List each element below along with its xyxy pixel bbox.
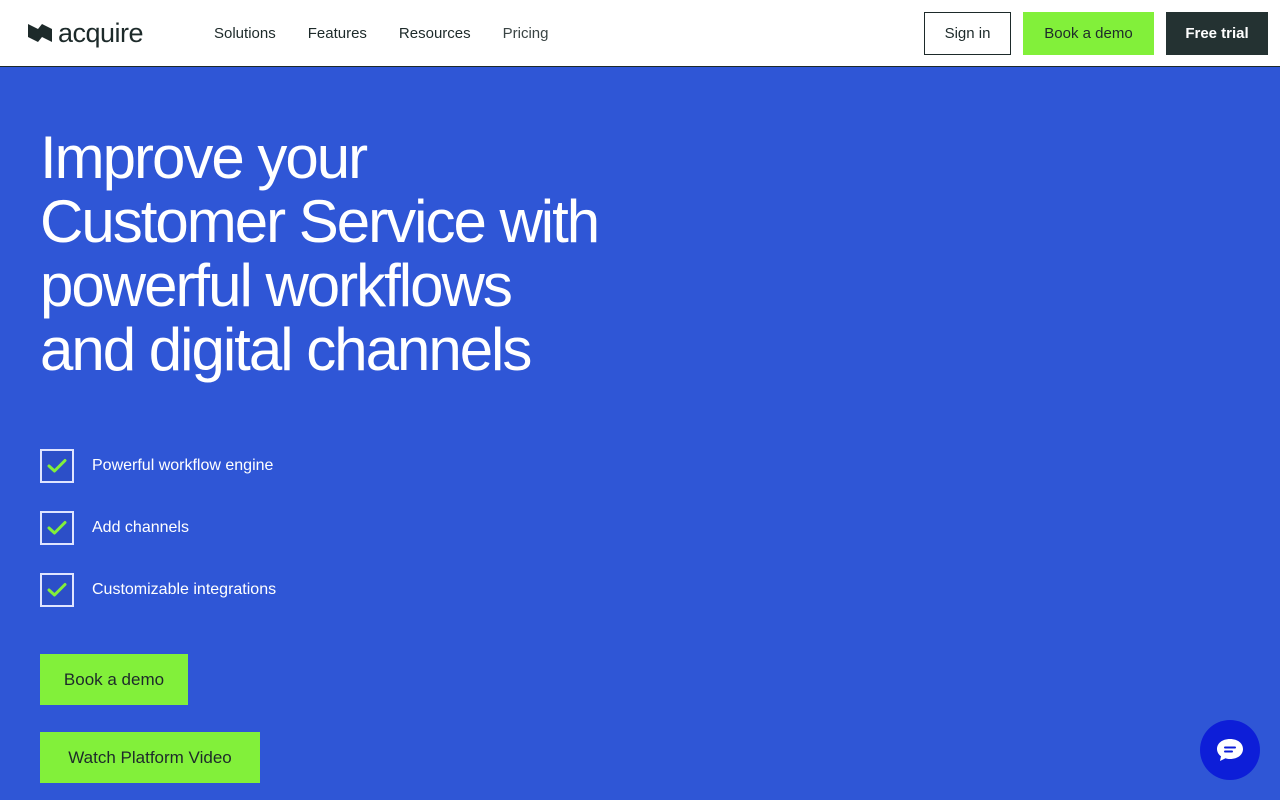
main-nav: Solutions Features Resources Pricing [214, 0, 580, 66]
logo[interactable]: acquire [28, 18, 144, 48]
hero-title: Improve your Customer Service with power… [40, 126, 700, 382]
nav-features[interactable]: Features [308, 25, 367, 42]
check-icon [47, 521, 67, 535]
hero-title-line-3: powerful workflows [40, 252, 513, 319]
acquire-logo-icon [28, 24, 52, 42]
hero-title-line-2: Customer Service with [40, 188, 600, 255]
feature-item: Customizable integrations [40, 571, 276, 609]
checkbox-frame [40, 511, 74, 545]
nav-resources[interactable]: Resources [399, 25, 471, 42]
hero-title-line-4: and digital channels [40, 316, 532, 383]
feature-list: Powerful workflow engine Add channels Cu… [40, 447, 276, 633]
site-header: acquire Solutions Features Resources Pri… [0, 0, 1280, 67]
nav-pricing[interactable]: Pricing [503, 25, 549, 42]
nav-solutions[interactable]: Solutions [214, 25, 276, 42]
free-trial-button[interactable]: Free trial [1166, 12, 1268, 55]
feature-text: Add channels [92, 519, 189, 536]
check-icon [47, 459, 67, 473]
feature-text: Customizable integrations [92, 581, 277, 598]
checkbox-frame [40, 449, 74, 483]
book-demo-header-button[interactable]: Book a demo [1023, 12, 1154, 55]
logo-text: acquire [58, 18, 144, 48]
watch-video-button[interactable]: Watch Platform Video [40, 732, 260, 783]
feature-item: Powerful workflow engine [40, 447, 276, 485]
check-icon [47, 583, 67, 597]
feature-text: Powerful workflow engine [92, 457, 274, 474]
chat-bubble-icon [1217, 739, 1243, 761]
sign-in-button[interactable]: Sign in [924, 12, 1011, 55]
chat-launcher-button[interactable] [1200, 720, 1260, 780]
feature-item: Add channels [40, 509, 276, 547]
checkbox-frame [40, 573, 74, 607]
book-demo-button[interactable]: Book a demo [40, 654, 188, 705]
hero-title-line-1: Improve your [40, 124, 368, 191]
